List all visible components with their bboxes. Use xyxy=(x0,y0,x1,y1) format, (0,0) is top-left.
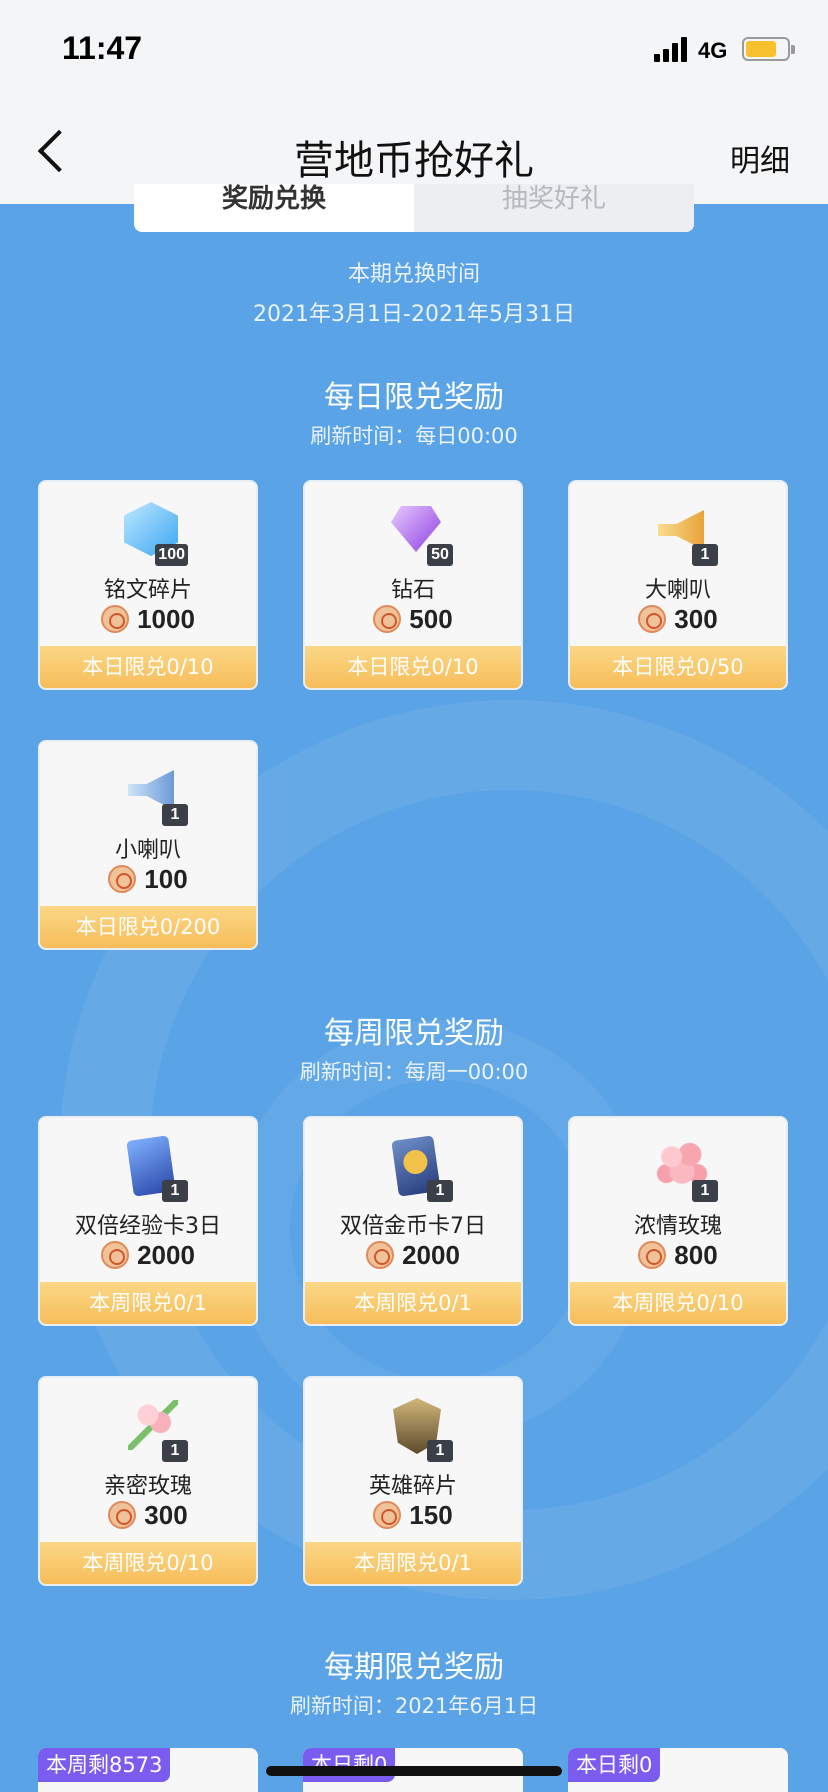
limit-status: 本周限兑0/10 xyxy=(570,1282,786,1324)
roses-icon: 1 xyxy=(650,1136,718,1202)
price: 100 xyxy=(40,864,256,895)
weekly-refresh-time: 刷新时间：每周一00:00 xyxy=(299,1060,529,1084)
tab-lottery-gifts[interactable]: 抽奖好礼 xyxy=(414,184,694,232)
big-horn-icon: 1 xyxy=(650,500,718,566)
page-title: 营地币抢好礼 xyxy=(294,138,534,184)
limit-status: 本周限兑0/1 xyxy=(305,1282,521,1324)
coin-icon xyxy=(638,605,667,633)
period-label: 本期兑换时间 xyxy=(347,262,480,287)
item-name: 双倍金币卡7日 xyxy=(340,1214,486,1239)
limit-status: 本日限兑0/10 xyxy=(40,646,256,688)
price: 1000 xyxy=(40,604,256,635)
quantity-badge: 100 xyxy=(155,544,188,566)
network-label: 4G xyxy=(698,38,728,63)
coin-icon xyxy=(638,1241,667,1269)
reward-card[interactable]: 100 铭文碎片 1000 本日限兑0/10 xyxy=(38,480,258,690)
item-name: 亲密玫瑰 xyxy=(103,1474,192,1499)
item-name: 浓情玫瑰 xyxy=(633,1214,722,1239)
price: 150 xyxy=(305,1500,521,1531)
quantity-badge: 1 xyxy=(692,1180,718,1202)
daily-section-title: 每日限兑奖励 xyxy=(324,380,504,415)
item-name: 大喇叭 xyxy=(644,578,711,603)
detail-link[interactable]: 明细 xyxy=(730,136,790,180)
limit-status: 本周限兑0/10 xyxy=(40,1542,256,1584)
quantity-badge: 1 xyxy=(162,804,188,826)
small-horn-icon: 1 xyxy=(120,760,188,826)
price: 300 xyxy=(570,604,786,635)
reward-card[interactable]: 1 浓情玫瑰 800 本周限兑0/10 xyxy=(568,1116,788,1326)
reward-card[interactable]: 本日剩0 xyxy=(568,1748,788,1792)
status-bar: 11:47 4G xyxy=(0,0,828,100)
reward-card[interactable]: 1 亲密玫瑰 300 本周限兑0/10 xyxy=(38,1376,258,1586)
gold-card-icon: 1 xyxy=(385,1135,453,1202)
reward-card[interactable]: 1 双倍金币卡7日 2000 本周限兑0/1 xyxy=(303,1116,523,1326)
quantity-badge: 1 xyxy=(692,544,718,566)
reward-card[interactable]: 1 双倍经验卡3日 2000 本周限兑0/1 xyxy=(38,1116,258,1326)
diamond-icon: 50 xyxy=(385,500,453,566)
remain-tag: 本周剩8573 xyxy=(38,1748,171,1782)
quantity-badge: 50 xyxy=(427,544,453,566)
coin-icon xyxy=(108,865,137,893)
daily-refresh-time: 刷新时间：每日00:00 xyxy=(310,424,518,448)
home-indicator[interactable] xyxy=(266,1766,562,1776)
period-range: 2021年3月1日-2021年5月31日 xyxy=(253,302,575,327)
quantity-badge: 1 xyxy=(427,1180,453,1202)
limit-status: 本周限兑0/1 xyxy=(40,1282,256,1324)
item-name: 英雄碎片 xyxy=(368,1474,457,1499)
coin-icon xyxy=(101,1241,130,1269)
period-section-title: 每期限兑奖励 xyxy=(324,1650,504,1685)
exp-card-icon: 1 xyxy=(120,1135,188,1202)
item-name: 小喇叭 xyxy=(114,838,181,863)
limit-status: 本日限兑0/10 xyxy=(305,646,521,688)
remain-tag: 本日剩0 xyxy=(303,1748,396,1782)
item-name: 铭文碎片 xyxy=(103,578,192,603)
status-time: 11:47 xyxy=(62,30,143,66)
period-refresh-time: 刷新时间：2021年6月1日 xyxy=(289,1694,539,1718)
quantity-badge: 1 xyxy=(162,1180,188,1202)
rose-bouquet-icon: 1 xyxy=(120,1396,188,1462)
tab-bar: 奖励兑换 抽奖好礼 xyxy=(134,184,694,232)
price: 500 xyxy=(305,604,521,635)
crystal-icon: 100 xyxy=(120,500,188,566)
battery-icon xyxy=(742,37,795,61)
coin-icon xyxy=(108,1501,137,1529)
remain-tag: 本日剩0 xyxy=(568,1748,661,1782)
quantity-badge: 1 xyxy=(162,1440,188,1462)
quantity-badge: 1 xyxy=(427,1440,453,1462)
coin-icon xyxy=(101,605,130,633)
item-name: 钻石 xyxy=(390,578,435,603)
price: 800 xyxy=(570,1240,786,1271)
limit-status: 本周限兑0/1 xyxy=(305,1542,521,1584)
limit-status: 本日限兑0/50 xyxy=(570,646,786,688)
hero-fragment-icon: 1 xyxy=(385,1396,453,1462)
item-name: 双倍经验卡3日 xyxy=(75,1214,221,1239)
coin-icon xyxy=(373,1501,402,1529)
price: 2000 xyxy=(40,1240,256,1271)
reward-card[interactable]: 1 小喇叭 100 本日限兑0/200 xyxy=(38,740,258,950)
reward-card[interactable]: 50 钻石 500 本日限兑0/10 xyxy=(303,480,523,690)
reward-card[interactable]: 1 大喇叭 300 本日限兑0/50 xyxy=(568,480,788,690)
price: 300 xyxy=(40,1500,256,1531)
coin-icon xyxy=(373,605,402,633)
coin-icon xyxy=(366,1241,395,1269)
reward-card[interactable]: 本周剩8573 xyxy=(38,1748,258,1792)
signal-icon xyxy=(654,36,688,62)
weekly-section-title: 每周限兑奖励 xyxy=(324,1016,504,1051)
reward-card[interactable]: 1 英雄碎片 150 本周限兑0/1 xyxy=(303,1376,523,1586)
price: 2000 xyxy=(305,1240,521,1271)
tab-reward-exchange[interactable]: 奖励兑换 xyxy=(134,184,414,232)
limit-status: 本日限兑0/200 xyxy=(40,906,256,948)
